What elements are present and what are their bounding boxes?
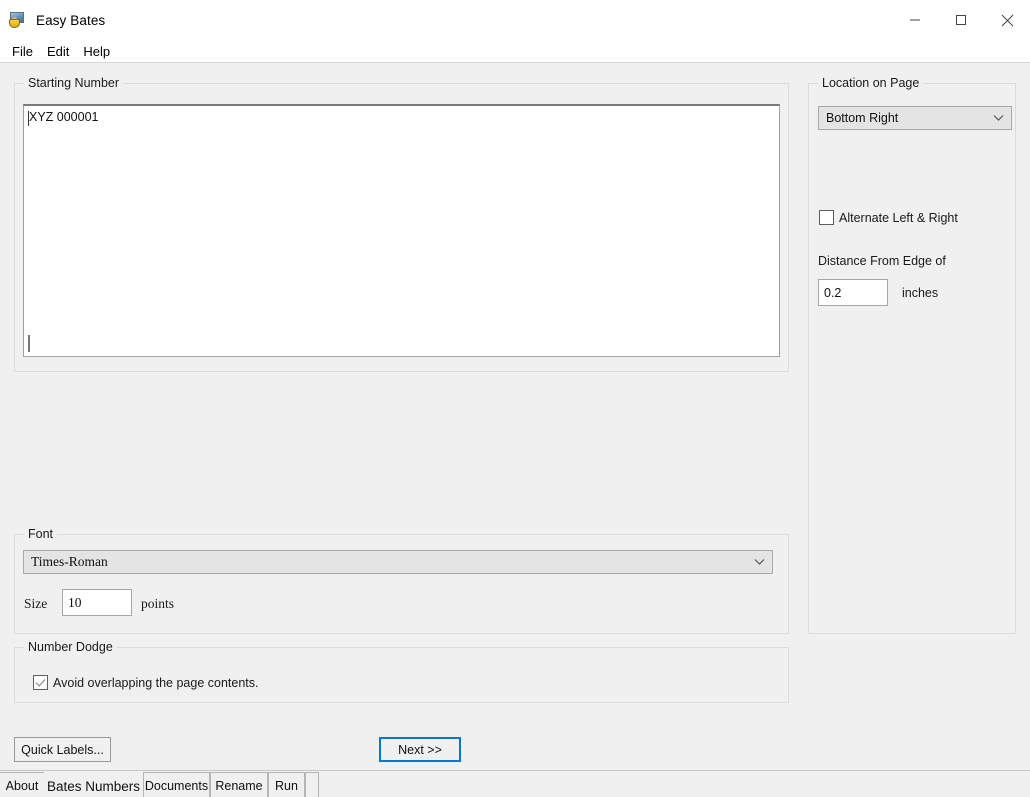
tab-about-top-edge — [0, 772, 44, 773]
tab-run[interactable]: Run — [268, 772, 305, 797]
tabstrip-separator — [0, 770, 1030, 771]
tab-strip: About Bates Numbers Documents Rename Run — [0, 770, 1030, 797]
app-stamp-icon — [9, 11, 26, 29]
distance-from-edge-value: 0.2 — [824, 285, 842, 300]
font-size-units-label: points — [141, 596, 175, 611]
maximize-icon[interactable] — [938, 0, 984, 40]
chevron-down-icon — [746, 558, 772, 566]
tab-bates-numbers[interactable]: Bates Numbers — [46, 771, 141, 797]
quick-labels-button[interactable]: Quick Labels... — [14, 737, 111, 762]
distance-from-edge-input[interactable]: 0.2 — [818, 279, 888, 306]
font-family-select[interactable]: Times-Roman — [23, 550, 773, 574]
location-select-value: Bottom Right — [826, 111, 899, 125]
window-title: Easy Bates — [36, 12, 106, 28]
font-size-value: 10 — [68, 594, 82, 610]
minimize-icon[interactable] — [892, 0, 938, 40]
font-group-label: Font — [24, 527, 58, 541]
alternate-left-right-checkbox-box — [819, 210, 834, 225]
font-group: Font — [14, 527, 789, 634]
starting-number-value: XYZ 000001 — [29, 110, 99, 124]
title-bar: Easy Bates — [0, 0, 1030, 40]
font-size-input[interactable]: 10 — [62, 589, 132, 616]
menu-item-help[interactable]: Help — [76, 42, 117, 61]
starting-number-input[interactable]: XYZ 000001 — [23, 104, 780, 357]
tab-rename[interactable]: Rename — [210, 772, 268, 797]
next-button[interactable]: Next >> — [379, 737, 461, 762]
tab-documents[interactable]: Documents — [143, 772, 210, 797]
client-area: Starting Number XYZ 000001 Location on P… — [0, 62, 1030, 797]
menu-item-edit[interactable]: Edit — [40, 42, 76, 61]
window-controls — [892, 0, 1030, 40]
textarea-bottom-marker — [28, 335, 30, 352]
menubar-separator — [0, 62, 1030, 63]
location-on-page-group-label: Location on Page — [818, 76, 924, 90]
close-icon[interactable] — [984, 0, 1030, 40]
font-family-select-value: Times-Roman — [31, 554, 108, 569]
number-dodge-group-label: Number Dodge — [24, 640, 117, 654]
avoid-overlap-checkbox[interactable]: Avoid overlapping the page contents. — [33, 675, 258, 690]
tab-filler — [305, 772, 319, 797]
avoid-overlap-label: Avoid overlapping the page contents. — [53, 675, 259, 690]
location-on-page-group: Location on Page — [808, 76, 1016, 634]
avoid-overlap-checkbox-box — [33, 675, 48, 690]
font-size-label: Size — [24, 596, 48, 611]
tab-about[interactable]: About — [0, 772, 44, 797]
alternate-left-right-checkbox[interactable]: Alternate Left & Right — [819, 210, 958, 225]
distance-from-edge-label: Distance From Edge of — [818, 254, 946, 268]
distance-units-label: inches — [902, 286, 939, 300]
location-select[interactable]: Bottom Right — [818, 106, 1012, 130]
starting-number-group-label: Starting Number — [24, 76, 124, 90]
chevron-down-icon — [985, 114, 1011, 122]
menu-bar: File Edit Help — [0, 40, 1030, 62]
menu-item-file[interactable]: File — [5, 42, 40, 61]
alternate-left-right-label: Alternate Left & Right — [839, 210, 958, 225]
